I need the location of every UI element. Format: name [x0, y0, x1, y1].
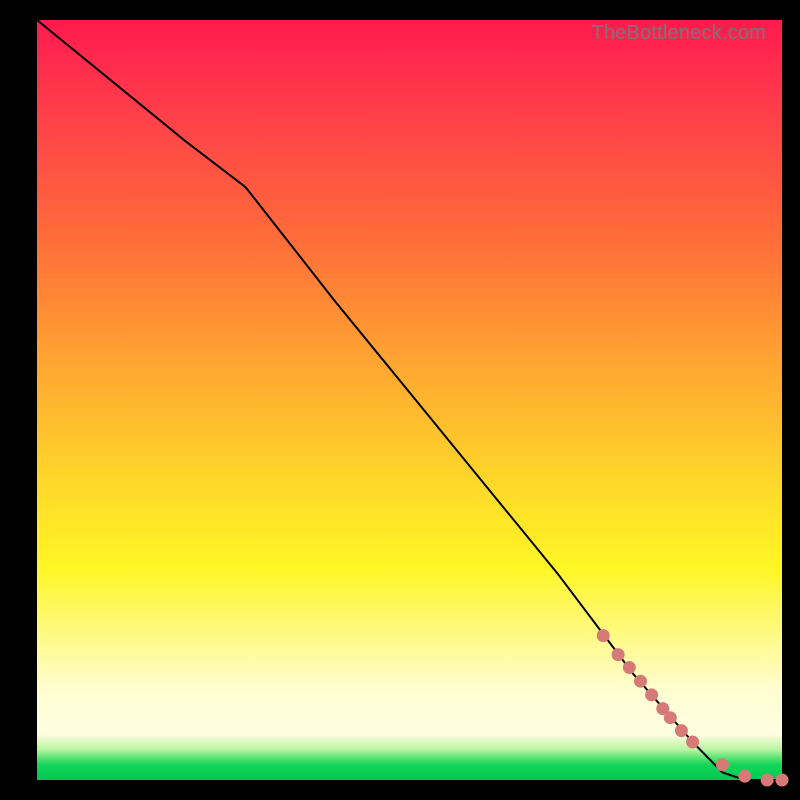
marker-point	[646, 689, 658, 701]
marker-point	[687, 736, 699, 748]
marker-point	[612, 649, 624, 661]
plot-area: TheBottleneck.com	[37, 20, 782, 780]
chart-frame: TheBottleneck.com	[0, 0, 800, 800]
marker-point	[635, 675, 647, 687]
marker-point	[761, 774, 773, 786]
marker-point	[623, 662, 635, 674]
marker-point	[597, 630, 609, 642]
marker-point	[739, 770, 751, 782]
marker-point	[776, 774, 788, 786]
marker-point	[675, 725, 687, 737]
marker-group	[597, 630, 788, 786]
marker-point	[716, 759, 728, 771]
chart-overlay	[37, 20, 782, 780]
bottleneck-curve	[37, 20, 782, 780]
marker-point	[664, 712, 676, 724]
